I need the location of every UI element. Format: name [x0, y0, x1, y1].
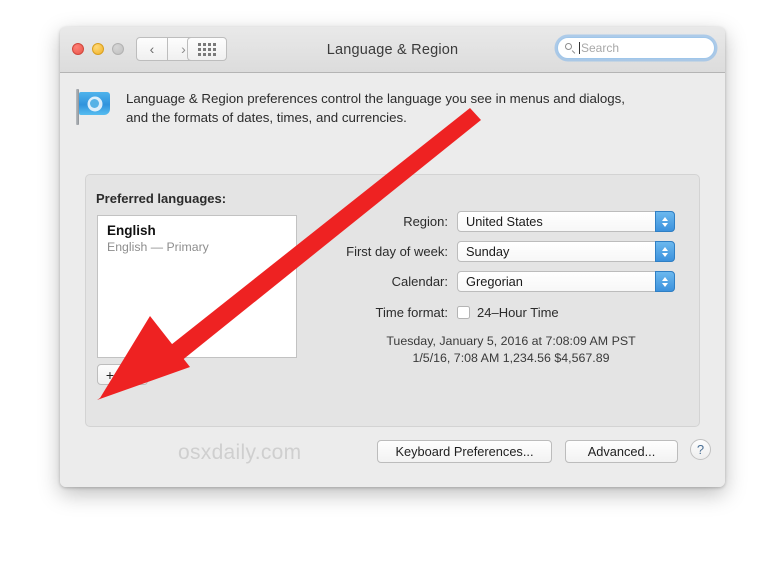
- 24-hour-time-checkbox[interactable]: [457, 306, 470, 319]
- text-cursor: [579, 42, 580, 54]
- region-form: Region: United States First day of week:…: [331, 211, 691, 320]
- watermark: osxdaily.com: [178, 441, 302, 464]
- advanced-button[interactable]: Advanced...: [565, 440, 678, 463]
- first-day-of-week-popup-button[interactable]: Sunday: [457, 241, 675, 262]
- region-label: Region:: [403, 214, 448, 229]
- first-day-of-week-label: First day of week:: [346, 244, 448, 259]
- settings-panel: Preferred languages: English English — P…: [85, 174, 700, 427]
- keyboard-preferences-button[interactable]: Keyboard Preferences...: [377, 440, 552, 463]
- first-day-of-week-stepper-icon[interactable]: [655, 241, 675, 262]
- first-day-of-week-row: First day of week: Sunday: [331, 241, 691, 262]
- screenshot-root: ‹ › Language & Region Search Language & …: [0, 0, 780, 566]
- description-text: Language & Region preferences control th…: [126, 86, 625, 128]
- remove-language-button: —: [122, 365, 147, 384]
- description-line-1: Language & Region preferences control th…: [126, 91, 625, 106]
- first-day-of-week-value: Sunday: [466, 244, 510, 259]
- language-detail: English — Primary: [107, 240, 209, 254]
- help-button[interactable]: ?: [690, 439, 711, 460]
- calendar-popup-button[interactable]: Gregorian: [457, 271, 675, 292]
- search-field[interactable]: Search: [557, 37, 715, 59]
- description-line-2: and the formats of dates, times, and cur…: [126, 110, 407, 125]
- region-stepper-icon[interactable]: [655, 211, 675, 232]
- preview-line-2: 1/5/16, 7:08 AM 1,234.56 $4,567.89: [412, 351, 610, 365]
- 24-hour-time-label: 24–Hour Time: [477, 305, 559, 320]
- preferred-languages-list[interactable]: English English — Primary: [97, 215, 297, 358]
- flag-cloth: [79, 92, 110, 115]
- time-format-row: Time format: 24–Hour Time: [331, 305, 691, 320]
- search-placeholder: Search: [581, 41, 620, 55]
- region-row: Region: United States: [331, 211, 691, 232]
- un-emblem: [87, 96, 102, 111]
- preferred-languages-label: Preferred languages:: [96, 191, 227, 206]
- region-popup-button[interactable]: United States: [457, 211, 675, 232]
- window-title-text: Language & Region: [326, 42, 459, 58]
- preview-line-1: Tuesday, January 5, 2016 at 7:08:09 AM P…: [386, 334, 636, 348]
- list-item[interactable]: English English — Primary: [98, 216, 296, 255]
- time-format-label: Time format:: [375, 305, 448, 320]
- calendar-stepper-icon[interactable]: [655, 271, 675, 292]
- format-preview: Tuesday, January 5, 2016 at 7:08:09 AM P…: [331, 333, 691, 367]
- window-toolbar: ‹ › Language & Region Search: [60, 27, 725, 73]
- language-name: English: [107, 223, 156, 238]
- add-language-button[interactable]: +: [98, 365, 122, 384]
- description-row: Language & Region preferences control th…: [72, 86, 717, 128]
- add-remove-language-group: + —: [97, 364, 148, 385]
- region-value: United States: [466, 214, 543, 229]
- calendar-value: Gregorian: [466, 274, 523, 289]
- calendar-label: Calendar:: [391, 274, 448, 289]
- window-body: Language & Region preferences control th…: [60, 73, 725, 487]
- search-icon: [565, 42, 576, 54]
- un-flag-icon: [72, 86, 114, 128]
- system-preferences-window: ‹ › Language & Region Search Language & …: [60, 27, 725, 487]
- calendar-row: Calendar: Gregorian: [331, 271, 691, 292]
